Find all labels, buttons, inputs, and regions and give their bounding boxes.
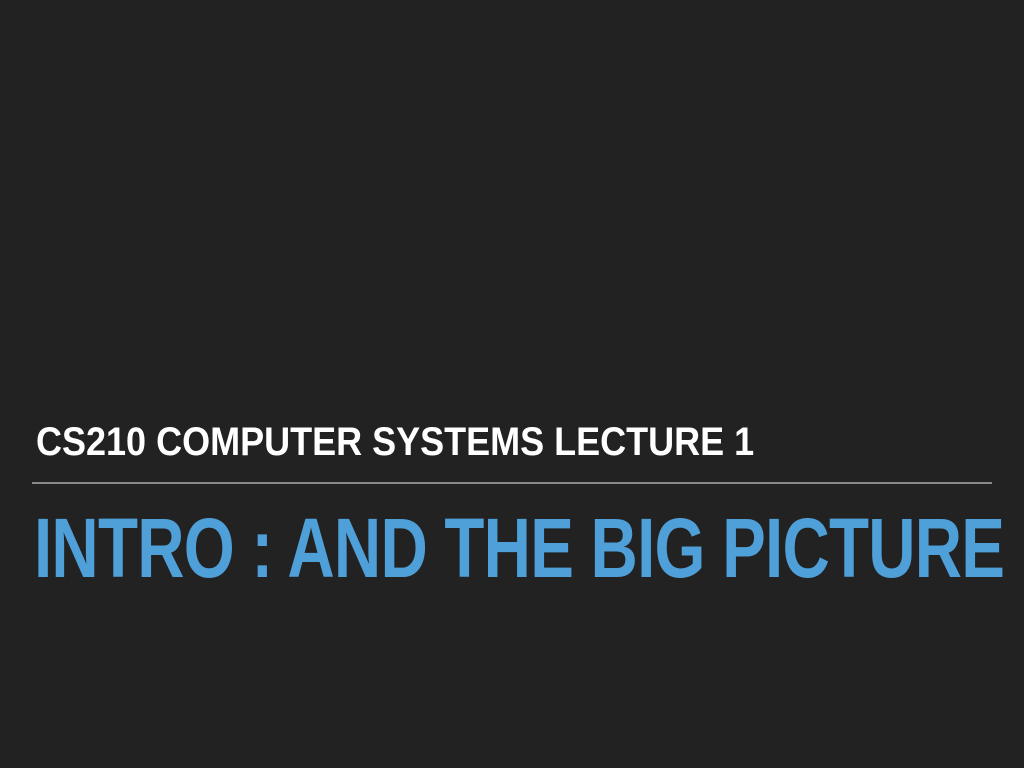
presentation-slide: CS210 COMPUTER SYSTEMS LECTURE 1 INTRO :… (0, 0, 1024, 768)
slide-title: INTRO : AND THE BIG PICTURE (34, 501, 1005, 595)
slide-subtitle: CS210 COMPUTER SYSTEMS LECTURE 1 (36, 420, 755, 464)
slide-divider (32, 482, 992, 484)
